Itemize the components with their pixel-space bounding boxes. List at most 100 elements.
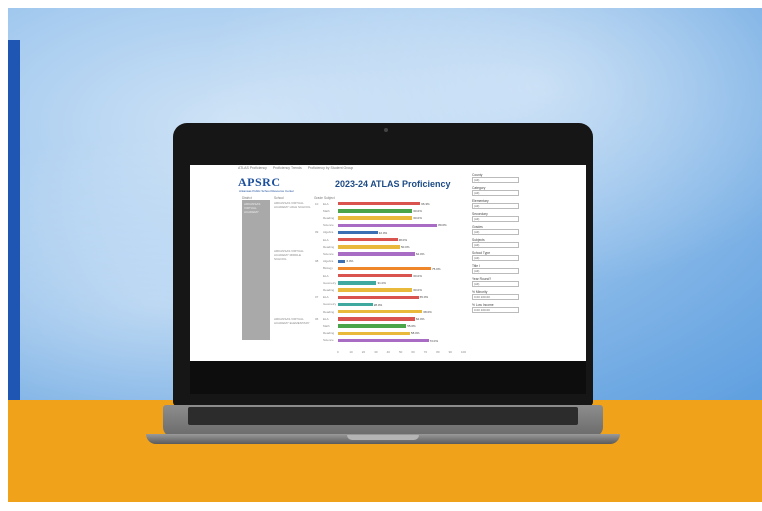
grade-label: 09 xyxy=(315,230,319,235)
proficiency-bar[interactable] xyxy=(338,266,431,271)
filter-dropdown[interactable]: (All) xyxy=(472,242,519,248)
filter-dropdown[interactable]: (All) xyxy=(472,190,519,196)
proficiency-bar[interactable] xyxy=(338,295,419,299)
grade-label: 06 xyxy=(315,316,319,321)
bar-value-label: 60.0% xyxy=(413,273,422,278)
filter-group: % Low Income 0.00 100.00 xyxy=(472,303,522,313)
bar-value-label: 68.0% xyxy=(423,309,432,314)
proficiency-bar[interactable] xyxy=(338,274,413,278)
filter-group: School Type (All) xyxy=(472,251,522,261)
webcam xyxy=(384,128,388,132)
dashboard-tabs: ATLAS Proficiency Proficiency Trends Pro… xyxy=(238,166,353,170)
proficiency-bar[interactable] xyxy=(338,252,415,256)
filter-dropdown[interactable]: (All) xyxy=(472,216,519,222)
axis-tick-label: 20 xyxy=(361,350,366,354)
proficiency-bar[interactable] xyxy=(338,238,398,242)
grade-label: 07 xyxy=(315,295,319,300)
bar-value-label: 75.0% xyxy=(432,266,441,271)
proficiency-bar[interactable] xyxy=(338,324,407,328)
filter-group: Elementary (All) xyxy=(472,199,522,209)
filter-dropdown[interactable]: (All) xyxy=(472,177,519,183)
proficiency-bar[interactable] xyxy=(338,317,415,321)
bar-value-label: 62.0% xyxy=(415,252,425,257)
subject-label: Math xyxy=(323,323,330,328)
subject-label: ELA xyxy=(323,295,329,300)
apsrc-logo: APSRC xyxy=(238,175,281,189)
proficiency-bar[interactable] xyxy=(338,259,346,263)
bar-value-label: 55.0% xyxy=(407,324,416,329)
subject-label: Reading xyxy=(323,244,335,249)
bar-value-label: 60.0% xyxy=(413,216,422,221)
subject-label: Algebra xyxy=(323,230,334,235)
axis-tick-label: 40 xyxy=(386,350,390,354)
subject-label: Geometry xyxy=(323,302,337,307)
proficiency-bar[interactable] xyxy=(338,223,438,227)
subject-label: Biology xyxy=(323,266,333,271)
proficiency-bar[interactable] xyxy=(338,288,413,292)
proficiency-bar[interactable] xyxy=(338,331,410,335)
proficiency-bar[interactable] xyxy=(338,281,377,285)
axis-tick-label: 90 xyxy=(448,350,452,354)
axis-tick-label: 30 xyxy=(374,350,378,354)
filter-dropdown[interactable]: (All) xyxy=(472,281,519,287)
bar-value-label: 31.0% xyxy=(377,280,386,285)
filter-group: Category (All) xyxy=(472,186,522,196)
proficiency-bar[interactable] xyxy=(338,209,413,213)
bar-value-label: 80.0% xyxy=(438,223,447,228)
axis-tick-label: 50 xyxy=(399,350,403,354)
filter-dropdown[interactable]: 0.00 100.00 xyxy=(472,294,519,300)
filter-group: Secondary (All) xyxy=(472,212,522,222)
proficiency-bar[interactable] xyxy=(338,302,373,307)
bar-value-label: 60.0% xyxy=(413,208,422,213)
subject-label: Reading xyxy=(323,287,335,292)
filter-group: Title I (All) xyxy=(472,264,522,274)
filter-dropdown[interactable]: (All) xyxy=(472,255,519,261)
subject-label: Science xyxy=(323,338,334,343)
subject-label: Reading xyxy=(323,309,335,314)
school-name: ARKANSAS VIRTUAL ACADEMY HIGH SCHOOL xyxy=(274,201,311,209)
subject-label: Algebra xyxy=(323,259,334,264)
district-name: ARKANSAS VIRTUAL ACADEMY xyxy=(244,202,261,214)
header-school: School xyxy=(274,196,284,200)
proficiency-bar[interactable] xyxy=(338,245,400,249)
filter-dropdown[interactable]: (All) xyxy=(472,203,519,209)
dashboard-title: 2023-24 ATLAS Proficiency xyxy=(335,179,451,189)
grade-label: 10 xyxy=(315,201,319,206)
filter-group: Year Round? (All) xyxy=(472,277,522,287)
laptop-notch xyxy=(347,435,419,440)
filter-group: County (All) xyxy=(472,173,522,183)
school-name: ARKANSAS VIRTUAL ACADEMY MIDDLE SCHOOL xyxy=(274,249,304,261)
axis-tick-label: 100 xyxy=(461,350,467,354)
header-subject: Subject xyxy=(324,196,335,200)
proficiency-bar[interactable] xyxy=(338,216,413,220)
tab-proficiency[interactable]: ATLAS Proficiency xyxy=(238,166,267,170)
filter-dropdown[interactable]: 0.00 100.00 xyxy=(472,307,519,313)
school-name: ARKANSAS VIRTUAL ACADEMY ELEMENTARY xyxy=(274,317,310,325)
axis-tick-label: 10 xyxy=(349,350,353,354)
filter-dropdown[interactable]: (All) xyxy=(472,268,519,274)
subject-label: Geometry xyxy=(323,280,337,285)
proficiency-bar[interactable] xyxy=(338,338,429,343)
axis-tick-label: 0 xyxy=(337,350,339,354)
logo-subtitle: Arkansas Public School Resource Center xyxy=(239,189,295,193)
bar-value-label: 48.0% xyxy=(398,237,408,242)
tab-trends[interactable]: Proficiency Trends xyxy=(273,166,302,170)
bar-value-label: 32.0% xyxy=(378,230,388,235)
grade-label: 08 xyxy=(315,259,319,264)
bar-value-label: 73.0% xyxy=(429,338,439,343)
header-grade: Grade xyxy=(314,196,323,200)
tab-student-group[interactable]: Proficiency by Student Group xyxy=(308,166,354,170)
subject-label: Math xyxy=(323,208,330,213)
filter-dropdown[interactable]: (All) xyxy=(472,229,519,235)
proficiency-bar[interactable] xyxy=(338,230,378,235)
screen-bezel-bottom xyxy=(190,361,586,394)
bar-value-label: 50.0% xyxy=(401,244,410,249)
subject-label: ELA xyxy=(323,237,329,242)
proficiency-bar[interactable] xyxy=(338,310,423,314)
subject-label: Science xyxy=(323,223,334,228)
proficiency-bar[interactable] xyxy=(338,202,421,206)
bar-value-label: 65.0% xyxy=(419,295,429,300)
laptop-screen: ATLAS Proficiency Proficiency Trends Pro… xyxy=(190,165,586,361)
filter-group: Subjects (All) xyxy=(472,238,522,248)
bar-value-label: 58.0% xyxy=(410,331,420,336)
